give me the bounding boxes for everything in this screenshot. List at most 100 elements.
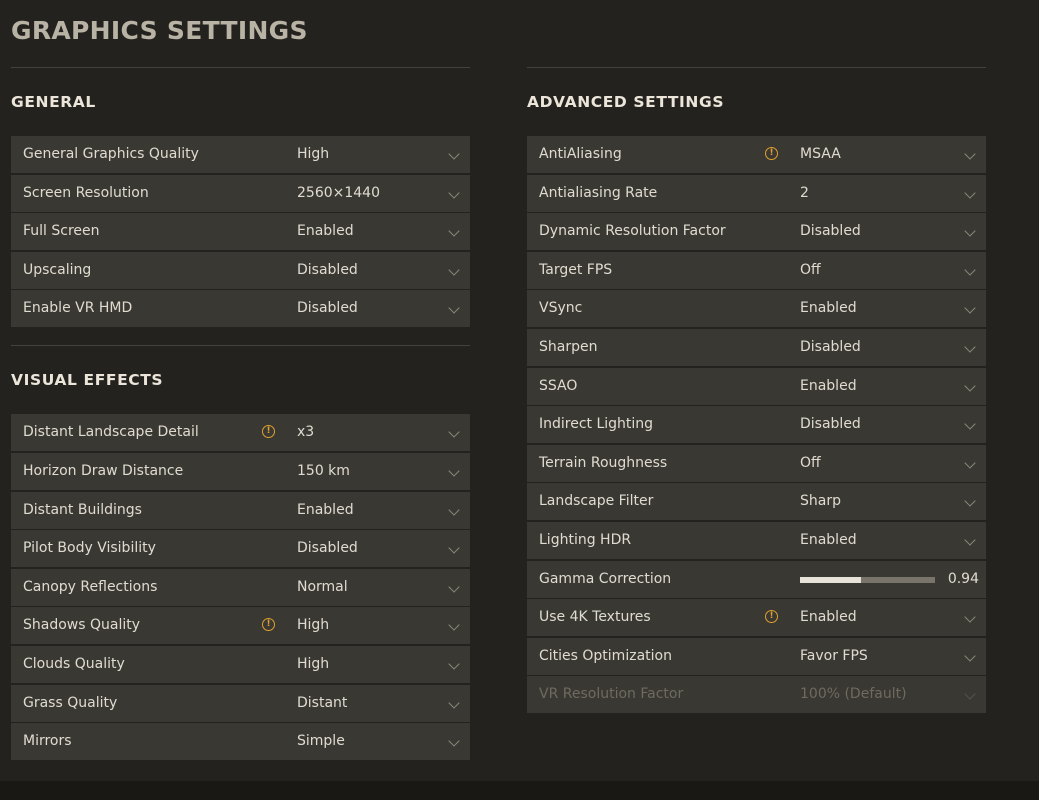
setting-label: Enable VR HMD bbox=[23, 300, 133, 317]
chevron-down-icon[interactable] bbox=[964, 457, 976, 469]
setting-value: High bbox=[297, 655, 330, 672]
chevron-down-icon[interactable] bbox=[964, 225, 976, 237]
setting-value: 2560×1440 bbox=[297, 184, 380, 201]
setting-row-full-screen[interactable]: Full Screen Enabled bbox=[11, 213, 470, 251]
setting-row-general-graphics-quality[interactable]: General Graphics Quality High bbox=[11, 136, 470, 173]
setting-row-vsync[interactable]: VSync Enabled bbox=[527, 290, 986, 328]
setting-row-screen-resolution[interactable]: Screen Resolution 2560×1440 bbox=[11, 174, 470, 212]
setting-label: VR Resolution Factor bbox=[539, 686, 684, 703]
setting-label: Canopy Reflections bbox=[23, 578, 158, 595]
setting-row-mirrors[interactable]: Mirrors Simple bbox=[11, 723, 470, 761]
setting-value: 2 bbox=[800, 184, 809, 201]
chevron-down-icon[interactable] bbox=[964, 264, 976, 276]
setting-label: Lighting HDR bbox=[539, 531, 632, 548]
setting-row-lighting-hdr[interactable]: Lighting HDR Enabled bbox=[527, 521, 986, 559]
setting-row-cities-optimization[interactable]: Cities Optimization Favor FPS bbox=[527, 637, 986, 675]
chevron-down-icon[interactable] bbox=[448, 186, 460, 199]
setting-value: Disabled bbox=[800, 223, 861, 240]
setting-value: Simple bbox=[297, 733, 345, 750]
chevron-down-icon[interactable] bbox=[448, 503, 460, 516]
setting-label: Cities Optimization bbox=[539, 647, 672, 664]
chevron-down-icon[interactable] bbox=[448, 302, 460, 315]
setting-row-canopy-reflections[interactable]: Canopy Reflections Normal bbox=[11, 568, 470, 606]
setting-row-distant-landscape-detail[interactable]: Distant Landscape Detail! x3 bbox=[11, 414, 470, 452]
chevron-down-icon[interactable] bbox=[964, 379, 976, 392]
chevron-down-icon[interactable] bbox=[964, 302, 976, 315]
setting-row-gamma-correction[interactable]: Gamma Correction 0.94 bbox=[527, 560, 986, 598]
setting-label: Clouds Quality bbox=[23, 655, 125, 672]
setting-row-sharpen[interactable]: Sharpen Disabled bbox=[527, 328, 986, 366]
setting-row-ssao[interactable]: SSAO Enabled bbox=[527, 367, 986, 405]
warning-icon[interactable]: ! bbox=[262, 618, 275, 632]
left-column: GENERAL General Graphics Quality High Scre… bbox=[11, 67, 470, 762]
chevron-down-icon[interactable] bbox=[448, 619, 460, 632]
chevron-down-icon[interactable] bbox=[448, 225, 460, 237]
setting-label: Distant Buildings bbox=[23, 501, 142, 518]
page-title: GRAPHICS SETTINGS bbox=[11, 16, 308, 45]
chevron-down-icon[interactable] bbox=[448, 148, 460, 160]
setting-row-grass-quality[interactable]: Grass Quality Distant bbox=[11, 684, 470, 722]
chevron-down-icon[interactable] bbox=[964, 341, 976, 353]
setting-row-upscaling[interactable]: Upscaling Disabled bbox=[11, 251, 470, 289]
chevron-down-icon[interactable] bbox=[448, 581, 460, 593]
chevron-down-icon[interactable] bbox=[448, 658, 460, 670]
setting-row-target-fps[interactable]: Target FPS Off bbox=[527, 251, 986, 289]
setting-row-indirect-lighting[interactable]: Indirect Lighting Disabled bbox=[527, 406, 986, 444]
warning-icon[interactable]: ! bbox=[765, 147, 778, 160]
setting-label: Sharpen bbox=[539, 338, 598, 355]
setting-row-pilot-body-visibility[interactable]: Pilot Body Visibility Disabled bbox=[11, 530, 470, 568]
chevron-down-icon[interactable] bbox=[964, 186, 976, 199]
chevron-down-icon[interactable] bbox=[964, 534, 976, 546]
setting-label: Pilot Body Visibility bbox=[23, 540, 156, 557]
setting-value: Normal bbox=[297, 578, 348, 595]
setting-value: Enabled bbox=[800, 531, 857, 548]
chevron-down-icon[interactable] bbox=[964, 418, 976, 430]
section-title-advanced: ADVANCED SETTINGS bbox=[527, 93, 725, 111]
section-title-general: GENERAL bbox=[11, 93, 96, 111]
setting-row-enable-vr-hmd[interactable]: Enable VR HMD Disabled bbox=[11, 290, 470, 328]
chevron-down-icon[interactable] bbox=[448, 735, 460, 747]
setting-row-antialiasing-rate[interactable]: Antialiasing Rate 2 bbox=[527, 174, 986, 212]
setting-value: Enabled bbox=[297, 501, 354, 518]
setting-value: Disabled bbox=[800, 338, 861, 355]
setting-value: x3 bbox=[297, 424, 315, 441]
setting-value: 100% (Default) bbox=[800, 686, 907, 703]
chevron-down-icon[interactable] bbox=[448, 696, 460, 709]
setting-row-use-4k-textures[interactable]: Use 4K Textures! Enabled bbox=[527, 599, 986, 637]
gamma-slider[interactable] bbox=[800, 576, 935, 583]
setting-label: Horizon Draw Distance bbox=[23, 462, 184, 479]
chevron-down-icon[interactable] bbox=[964, 495, 976, 508]
right-column: ADVANCED SETTINGS AntiAliasing! MSAA Antia… bbox=[527, 67, 986, 715]
setting-label: Mirrors bbox=[23, 733, 72, 750]
setting-label: Target FPS bbox=[539, 261, 613, 278]
chevron-down-icon[interactable] bbox=[448, 465, 460, 477]
chevron-down-icon[interactable] bbox=[964, 650, 976, 662]
chevron-down-icon[interactable] bbox=[448, 542, 460, 554]
setting-label: AntiAliasing bbox=[539, 146, 622, 162]
warning-icon[interactable]: ! bbox=[765, 610, 778, 624]
setting-row-dynamic-resolution-factor[interactable]: Dynamic Resolution Factor Disabled bbox=[527, 213, 986, 251]
setting-row-horizon-draw-distance[interactable]: Horizon Draw Distance 150 km bbox=[11, 452, 470, 490]
slider-value: 0.94 bbox=[947, 570, 979, 587]
setting-value: Off bbox=[800, 261, 821, 278]
setting-row-shadows-quality[interactable]: Shadows Quality! High bbox=[11, 607, 470, 645]
setting-label: VSync bbox=[539, 300, 583, 317]
setting-row-distant-buildings[interactable]: Distant Buildings Enabled bbox=[11, 491, 470, 529]
advanced-settings-list: AntiAliasing! MSAA Antialiasing Rate 2 Dynam… bbox=[527, 136, 986, 714]
setting-row-antialiasing[interactable]: AntiAliasing! MSAA bbox=[527, 136, 986, 173]
setting-value: Disabled bbox=[297, 300, 358, 317]
chevron-down-icon[interactable] bbox=[964, 148, 976, 160]
setting-row-terrain-roughness[interactable]: Terrain Roughness Off bbox=[527, 444, 986, 482]
chevron-down-icon[interactable] bbox=[964, 611, 976, 623]
setting-value: Off bbox=[800, 454, 821, 471]
setting-value: Disabled bbox=[297, 261, 358, 278]
setting-label: General Graphics Quality bbox=[23, 146, 199, 162]
setting-label: Dynamic Resolution Factor bbox=[539, 223, 726, 240]
setting-row-clouds-quality[interactable]: Clouds Quality High bbox=[11, 645, 470, 683]
chevron-down-icon[interactable] bbox=[448, 426, 460, 439]
warning-icon[interactable]: ! bbox=[262, 425, 275, 439]
chevron-down-icon[interactable] bbox=[448, 264, 460, 276]
setting-label: Antialiasing Rate bbox=[539, 184, 658, 201]
setting-label: Shadows Quality bbox=[23, 617, 141, 634]
setting-row-landscape-filter[interactable]: Landscape Filter Sharp bbox=[527, 483, 986, 521]
